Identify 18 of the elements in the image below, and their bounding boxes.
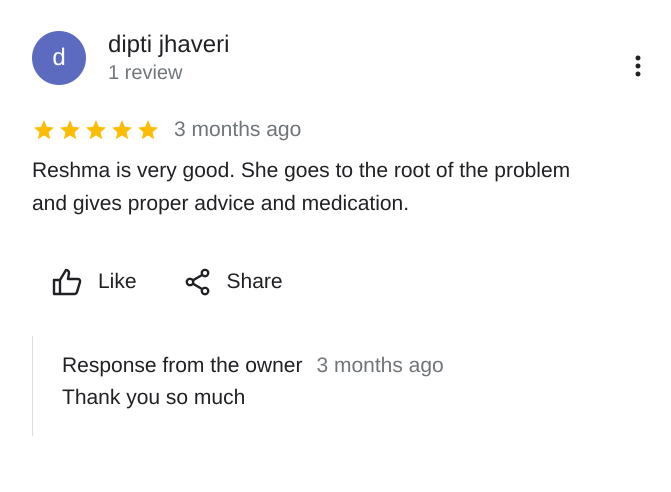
response-text: Thank you so much: [62, 386, 246, 410]
share-button[interactable]: Share: [184, 264, 289, 300]
reviewer-name[interactable]: dipti jhaveri: [108, 30, 230, 60]
review-count: 1 review: [108, 61, 184, 86]
star-icon: [136, 118, 160, 142]
star-icon: [84, 118, 108, 142]
kebab-menu-icon: [635, 55, 641, 77]
thumbs-up-icon: [52, 268, 82, 296]
review-text: Reshma is very good. She goes to the root of the problem and gives proper advice and medication.: [32, 158, 572, 217]
avatar[interactable]: d: [32, 31, 86, 85]
response-time: 3 months ago: [316, 354, 444, 378]
star-icon: [110, 118, 134, 142]
star-icon: [32, 118, 56, 142]
review-time: 3 months ago: [174, 118, 302, 142]
response-title: Response from the owner: [62, 354, 302, 378]
like-button[interactable]: Like: [52, 264, 143, 300]
star-icon: [58, 118, 82, 142]
share-icon: [184, 268, 211, 296]
